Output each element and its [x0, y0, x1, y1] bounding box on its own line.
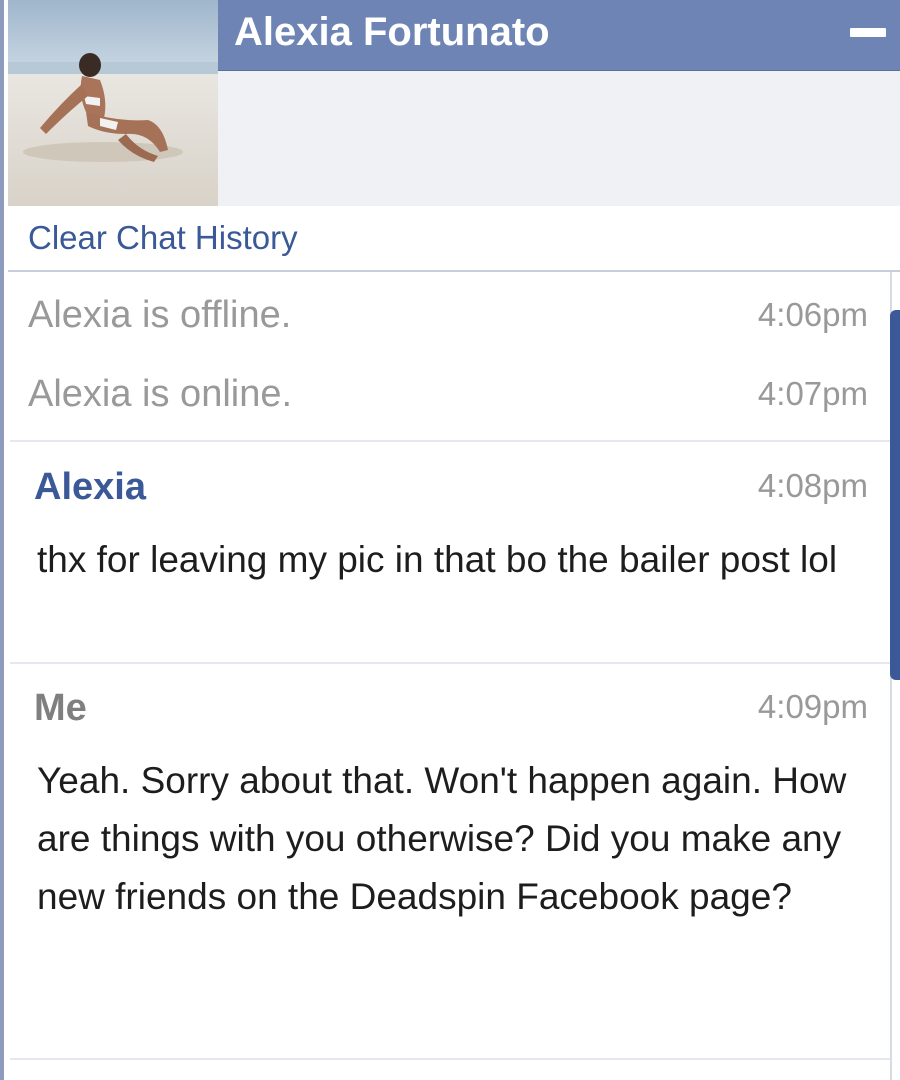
- clear-chat-history-link[interactable]: Clear Chat History: [28, 218, 298, 258]
- beach-photo: [8, 0, 218, 206]
- message-header: Me 4:09pm: [34, 685, 868, 731]
- timestamp: 4:07pm: [757, 375, 868, 412]
- chat-titlebar[interactable]: Alexia Fortunato: [218, 0, 900, 71]
- status-event-offline: Alexia is offline. 4:06pm: [28, 293, 868, 337]
- message-divider: [10, 662, 890, 664]
- sender-name: Me: [34, 687, 87, 729]
- message-text: Yeah. Sorry about that. Won't happen aga…: [37, 760, 847, 917]
- status-event-online: Alexia is online. 4:07pm: [28, 372, 868, 416]
- contact-avatar[interactable]: [8, 0, 218, 206]
- timestamp: 4:09pm: [757, 688, 868, 725]
- scrollbar[interactable]: [890, 310, 900, 680]
- contact-name[interactable]: Alexia Fortunato: [234, 8, 550, 56]
- message-text: thx for leaving my pic in that bo the ba…: [37, 539, 838, 580]
- message-header: Alexia 4:08pm: [34, 464, 868, 510]
- message-divider: [10, 440, 890, 442]
- message-divider: [10, 1058, 890, 1060]
- chat-header-area: [218, 71, 900, 206]
- chat-window: Alexia Fortunato Clear Chat History Alex…: [0, 0, 900, 1080]
- timestamp: 4:08pm: [757, 467, 868, 504]
- minimize-icon[interactable]: [850, 28, 886, 37]
- sender-name[interactable]: Alexia: [34, 464, 146, 510]
- timestamp: 4:06pm: [757, 296, 868, 333]
- status-text: Alexia is online.: [28, 373, 293, 415]
- status-text: Alexia is offline.: [28, 294, 292, 336]
